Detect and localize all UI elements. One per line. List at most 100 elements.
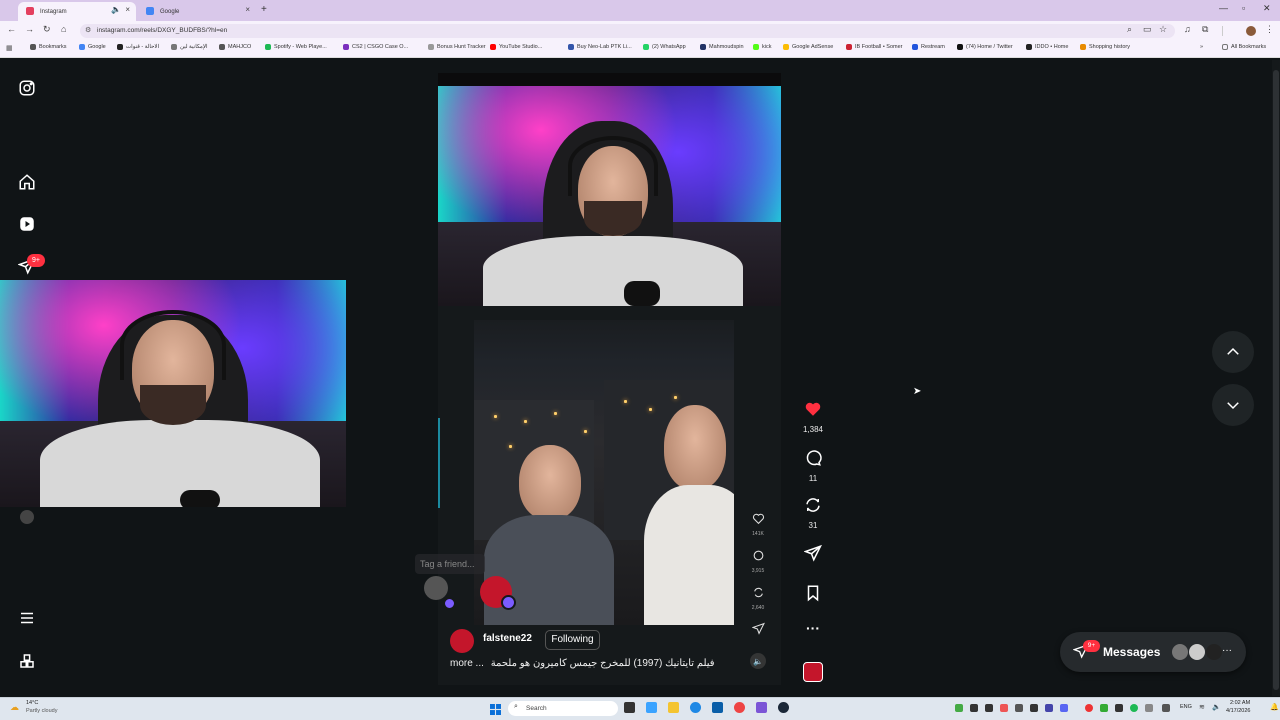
more-bookmarks-icon[interactable]: » xyxy=(1200,44,1203,50)
edge-icon[interactable] xyxy=(690,702,701,713)
tray-icon[interactable] xyxy=(1130,704,1138,712)
steam-icon[interactable] xyxy=(778,702,789,713)
bookmark-item[interactable]: Restream xyxy=(912,44,945,50)
bookmark-item[interactable]: YouTube Studio... xyxy=(490,44,542,50)
close-window-icon[interactable]: ✕ xyxy=(1263,3,1271,14)
bookmark-item[interactable]: CS2 | CSGO Case O... xyxy=(343,44,408,50)
page-scrollbar[interactable] xyxy=(1272,60,1280,696)
tray-icon[interactable] xyxy=(1145,704,1153,712)
tray-icon[interactable] xyxy=(955,704,963,712)
share-button[interactable] xyxy=(800,544,826,567)
reel-street-video[interactable] xyxy=(474,320,734,625)
bookmark-item[interactable]: Mahmoudspin xyxy=(700,44,744,50)
bookmark-item[interactable]: الاحالة - قنوات xyxy=(117,44,159,50)
tag-friend-input[interactable]: Tag a friend... xyxy=(415,554,485,574)
friend-avatar[interactable] xyxy=(424,576,448,600)
more-menu-icon[interactable] xyxy=(17,608,37,628)
close-tab-icon[interactable]: × xyxy=(125,5,130,14)
video-comment-button[interactable]: 3,915 xyxy=(749,549,767,574)
author-username[interactable]: falstene22 xyxy=(483,633,532,644)
volume-icon[interactable]: 🔈 xyxy=(1212,703,1221,711)
bookmark-item[interactable]: الإمكانية لين xyxy=(171,44,208,50)
mic-tray-icon[interactable] xyxy=(1162,704,1170,712)
new-tab-button[interactable]: + xyxy=(261,4,267,15)
tray-icon[interactable] xyxy=(1000,704,1008,712)
close-tab-icon[interactable]: × xyxy=(245,5,250,14)
audio-thumbnail[interactable] xyxy=(803,662,823,682)
chrome-icon[interactable] xyxy=(734,702,745,713)
tray-icon[interactable] xyxy=(1015,704,1023,712)
tab-instagram[interactable]: Instagram 🔈 × xyxy=(18,2,136,21)
bookmark-item[interactable]: (74) Home / Twitter xyxy=(957,44,1013,50)
clock-date[interactable]: 4/17/2026 xyxy=(1226,708,1250,714)
bookmark-item[interactable]: IDDO • Home xyxy=(1026,44,1068,50)
minimize-icon[interactable]: — xyxy=(1219,3,1228,13)
profile-avatar[interactable] xyxy=(1246,26,1256,36)
bookmark-item[interactable]: Bonus Hunt Tracker xyxy=(428,44,486,50)
reel-caption[interactable]: more ... فيلم تايتانيك (1997) للمخرج جيم… xyxy=(450,658,725,669)
following-button[interactable]: Following xyxy=(545,630,600,650)
cast-icon[interactable]: ▭ xyxy=(1143,24,1152,35)
bookmark-item[interactable]: IB Football • Somer xyxy=(846,44,902,50)
more-options-icon[interactable]: ··· xyxy=(800,620,826,636)
maximize-icon[interactable]: ▫ xyxy=(1242,3,1245,13)
copilot-icon[interactable] xyxy=(646,702,657,713)
bookmark-item[interactable]: Spotify - Web Playe... xyxy=(265,44,327,50)
video-share-button[interactable] xyxy=(749,622,767,640)
site-info-icon[interactable]: ⚙ xyxy=(85,24,91,38)
bookmark-item[interactable]: kick xyxy=(753,44,771,50)
language-indicator[interactable]: ENG xyxy=(1180,704,1192,710)
repost-button[interactable]: 31 xyxy=(800,496,826,530)
next-reel-button[interactable] xyxy=(1212,384,1254,426)
clock-time[interactable]: 2:02 AM xyxy=(1230,700,1250,706)
weather-description[interactable]: Partly cloudy xyxy=(26,708,58,714)
tray-icon[interactable] xyxy=(970,704,978,712)
author-avatar[interactable] xyxy=(450,629,474,653)
comment-button[interactable]: 11 xyxy=(800,449,826,483)
notifications-icon[interactable]: 🔔 xyxy=(1270,703,1279,711)
bookmark-star-icon[interactable]: ☆ xyxy=(1159,24,1167,35)
store-icon[interactable] xyxy=(712,702,723,713)
tray-icon[interactable] xyxy=(1030,704,1038,712)
also-from-meta-icon[interactable] xyxy=(17,651,37,671)
bookmark-item[interactable]: Shopping history xyxy=(1080,44,1130,50)
task-view-icon[interactable] xyxy=(624,702,635,713)
weather-temp[interactable]: 14°C xyxy=(26,700,38,706)
video-like-button[interactable]: 141K xyxy=(749,512,767,537)
media-icon[interactable]: ♫ xyxy=(1184,24,1191,34)
speaker-icon[interactable]: 🔈 xyxy=(111,5,121,14)
bookmark-item[interactable]: Bookmarks xyxy=(30,44,67,50)
tray-icon[interactable] xyxy=(1115,704,1123,712)
extensions-icon[interactable]: ⧉ xyxy=(1202,24,1208,35)
tray-icon[interactable] xyxy=(1100,704,1108,712)
tray-icon[interactable] xyxy=(1085,704,1093,712)
home-icon[interactable]: ⌂ xyxy=(61,24,66,34)
bookmark-item[interactable]: Google AdSense xyxy=(783,44,833,50)
discord-tray-icon[interactable] xyxy=(1060,704,1068,712)
back-icon[interactable]: ← xyxy=(7,24,16,34)
bookmark-item[interactable]: MAHJCO xyxy=(219,44,251,50)
reload-icon[interactable]: ↻ xyxy=(43,24,51,35)
bookmark-item[interactable]: Google xyxy=(79,44,106,50)
windows-start-icon[interactable] xyxy=(490,702,501,715)
forward-icon[interactable]: → xyxy=(25,24,34,34)
zoom-icon[interactable]: ⌕ xyxy=(1127,24,1132,35)
bookmark-item[interactable]: Buy Neo-Lab PTK Li... xyxy=(568,44,632,50)
instagram-logo-icon[interactable] xyxy=(17,78,37,98)
taskbar-search-input[interactable]: Search xyxy=(508,701,618,716)
home-nav-icon[interactable] xyxy=(17,172,37,192)
more-dots-icon[interactable]: ··· xyxy=(1222,645,1232,656)
tab-google[interactable]: Google × xyxy=(138,2,256,21)
tray-icon[interactable] xyxy=(985,704,993,712)
tray-icon[interactable] xyxy=(1045,704,1053,712)
reels-nav-icon[interactable] xyxy=(17,214,37,234)
url-input[interactable]: ⚙ instagram.com/reels/DXGY_BUDFBS/?hl=en xyxy=(80,24,1175,38)
video-repost-button[interactable]: 2,640 xyxy=(749,586,767,611)
weather-icon[interactable]: ☁ xyxy=(10,702,19,713)
mute-button[interactable]: 🔈 xyxy=(750,653,766,669)
previous-reel-button[interactable] xyxy=(1212,331,1254,373)
reel-reaction-video[interactable] xyxy=(438,86,781,306)
caption-more-link[interactable]: more ... xyxy=(450,658,484,669)
save-button[interactable] xyxy=(800,584,826,607)
all-bookmarks[interactable]: All Bookmarks xyxy=(1222,44,1266,50)
